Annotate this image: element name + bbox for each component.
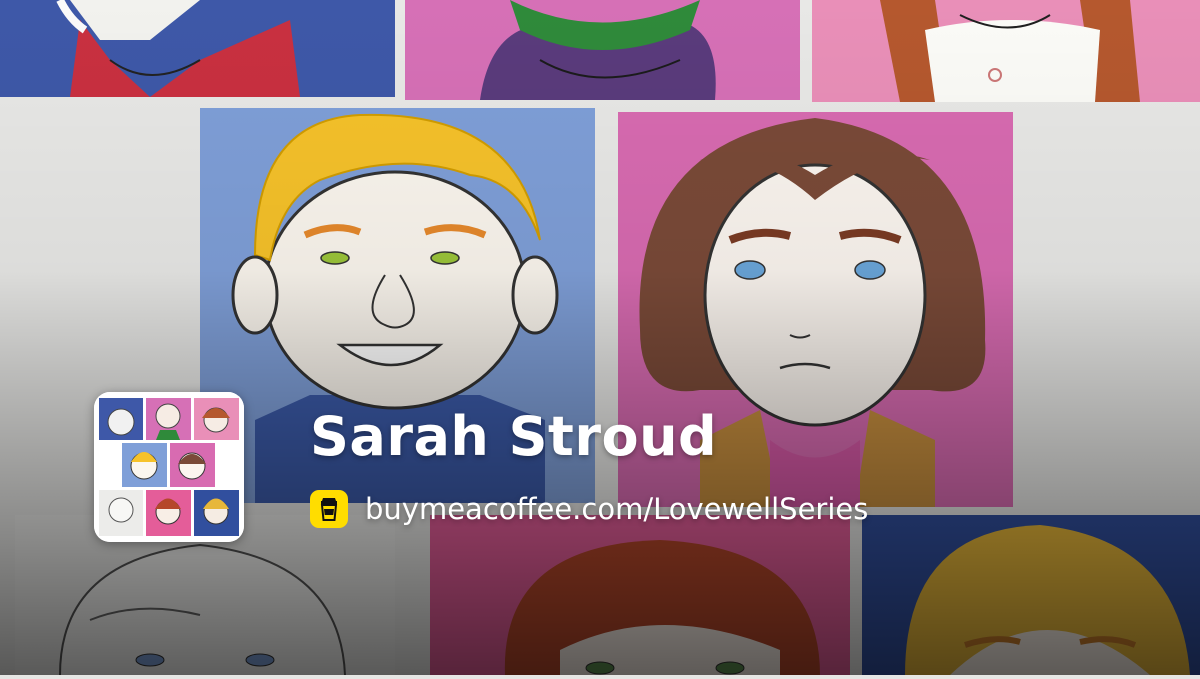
profile-avatar[interactable]	[94, 392, 244, 542]
profile-url[interactable]: buymeacoffee.com/LovewellSeries	[365, 492, 868, 526]
coffee-cup-icon	[310, 490, 348, 528]
bottom-gradient-overlay	[0, 0, 1200, 675]
avatar-collage-thumbnail	[94, 392, 244, 542]
creator-name: Sarah Stroud	[310, 405, 718, 468]
profile-link[interactable]: buymeacoffee.com/LovewellSeries	[310, 488, 868, 530]
